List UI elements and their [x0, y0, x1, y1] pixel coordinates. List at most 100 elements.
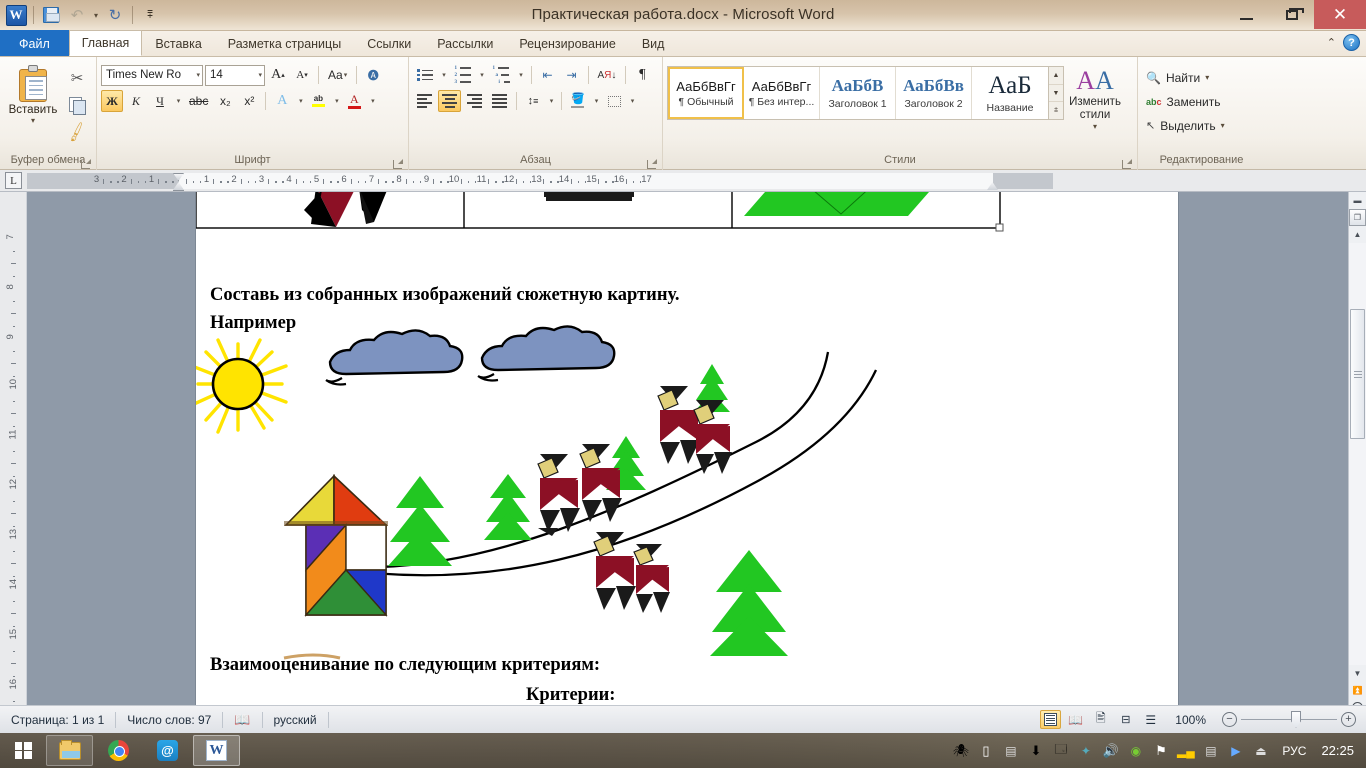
- word-count-status[interactable]: Число слов: 97: [116, 710, 222, 730]
- taskbar-word[interactable]: W: [193, 735, 240, 766]
- style-item-no-spacing[interactable]: АаБбВвГг ¶ Без интер...: [744, 67, 820, 119]
- zoom-track[interactable]: [1241, 710, 1337, 728]
- scroll-up-icon[interactable]: ▲: [1349, 226, 1366, 243]
- tray-flag-icon[interactable]: ⚑: [1148, 733, 1173, 768]
- document-canvas[interactable]: Составь из собранных изображений сюжетну…: [27, 192, 1348, 733]
- text-effects-button[interactable]: A: [271, 90, 293, 112]
- tray-language[interactable]: РУС: [1273, 744, 1315, 758]
- align-center-button[interactable]: [438, 90, 461, 112]
- bullets-button[interactable]: [413, 64, 437, 86]
- tab-mailings[interactable]: Рассылки: [424, 31, 506, 56]
- tab-insert[interactable]: Вставка: [142, 31, 214, 56]
- tab-review[interactable]: Рецензирование: [506, 31, 629, 56]
- multilevel-list-button[interactable]: 1ai: [489, 64, 514, 86]
- tab-stop-selector[interactable]: L: [0, 170, 27, 191]
- cut-button[interactable]: ✂: [65, 66, 89, 90]
- borders-button[interactable]: [603, 90, 625, 112]
- select-dropdown-icon[interactable]: ▾: [1221, 121, 1225, 130]
- font-dialog-launcher-icon[interactable]: [393, 159, 403, 169]
- taskbar-chrome[interactable]: [95, 735, 142, 766]
- italic-button[interactable]: К: [125, 90, 147, 112]
- font-size-combo[interactable]: 14 ▾: [205, 64, 265, 86]
- style-item-title[interactable]: АаБ Название: [972, 67, 1048, 119]
- tray-media-icon[interactable]: ▶: [1223, 733, 1248, 768]
- select-browse-object-icon[interactable]: ❐: [1349, 209, 1366, 226]
- subscript-button[interactable]: x₂: [214, 90, 236, 112]
- help-icon[interactable]: ?: [1343, 34, 1360, 51]
- font-name-combo[interactable]: Times New Ro ▾: [101, 64, 203, 86]
- grow-font-button[interactable]: A ▴: [267, 64, 289, 86]
- tray-nvidia-icon[interactable]: ◉: [1123, 733, 1148, 768]
- taskbar-mail[interactable]: @: [144, 735, 191, 766]
- left-indent-marker[interactable]: [173, 190, 184, 191]
- tab-page-layout[interactable]: Разметка страницы: [215, 31, 354, 56]
- start-button[interactable]: [0, 733, 46, 768]
- shrink-font-button[interactable]: A ▾: [291, 64, 313, 86]
- shading-button[interactable]: 🪣: [567, 90, 589, 112]
- maximize-button[interactable]: [1269, 0, 1314, 29]
- tab-view[interactable]: Вид: [629, 31, 678, 56]
- tray-keyboard-icon[interactable]: ▤: [1198, 733, 1223, 768]
- line-spacing-dropdown-icon[interactable]: ▾: [546, 90, 556, 112]
- horizontal-ruler[interactable]: 3 2 1 1 2 3 4 5 6 7 8 9 10 11 12 13 14 15 16 17: [27, 170, 1346, 191]
- numbering-button[interactable]: 123: [451, 64, 475, 86]
- strikethrough-button[interactable]: abc: [185, 90, 212, 112]
- vertical-ruler[interactable]: 7 8 9 10 11 12 13 14 15 16: [0, 192, 27, 733]
- zoom-out-button[interactable]: −: [1222, 712, 1237, 727]
- zoom-slider[interactable]: − +: [1222, 710, 1356, 728]
- multilevel-dropdown-icon[interactable]: ▾: [516, 64, 526, 86]
- scroll-thumb[interactable]: [1350, 309, 1365, 439]
- shading-dropdown-icon[interactable]: ▾: [591, 90, 601, 112]
- line-spacing-button[interactable]: ↕≡: [522, 90, 544, 112]
- highlight-dropdown-icon[interactable]: ▾: [331, 90, 341, 112]
- tray-bluetooth-icon[interactable]: ✦: [1073, 733, 1098, 768]
- bullets-dropdown-icon[interactable]: ▾: [439, 64, 449, 86]
- sort-button[interactable]: АЯ↓: [594, 64, 621, 86]
- styles-scroll-down-icon[interactable]: ▼: [1049, 85, 1063, 103]
- align-right-button[interactable]: [463, 90, 486, 112]
- underline-dropdown-icon[interactable]: ▾: [173, 90, 183, 112]
- clear-formatting-button[interactable]: 🅐: [362, 64, 384, 86]
- document-page[interactable]: Составь из собранных изображений сюжетну…: [196, 192, 1178, 733]
- split-bar-icon[interactable]: ▬: [1349, 192, 1366, 209]
- tray-network-icon[interactable]: ▂▄: [1173, 733, 1198, 768]
- change-case-button[interactable]: Aa ▾: [324, 64, 351, 86]
- tray-app-icon[interactable]: 🗔: [1048, 733, 1073, 768]
- font-color-dropdown-icon[interactable]: ▾: [367, 90, 377, 112]
- copy-button[interactable]: [65, 93, 89, 117]
- close-button[interactable]: ✕: [1314, 0, 1366, 29]
- paragraph-dialog-launcher-icon[interactable]: [647, 159, 657, 169]
- zoom-level-label[interactable]: 100%: [1165, 713, 1212, 727]
- font-color-button[interactable]: A: [343, 90, 365, 112]
- style-item-normal[interactable]: АаБбВвГг ¶ Обычный: [668, 67, 744, 119]
- numbering-dropdown-icon[interactable]: ▾: [477, 64, 487, 86]
- previous-page-icon[interactable]: ⏫: [1349, 682, 1366, 699]
- tray-antivirus-icon[interactable]: 🕷: [948, 733, 973, 768]
- select-item[interactable]: ↖ Выделить ▾: [1142, 115, 1229, 136]
- replace-item[interactable]: abc Заменить: [1142, 91, 1229, 112]
- underline-button[interactable]: Ч: [149, 90, 171, 112]
- styles-more-icon[interactable]: ⩲: [1049, 102, 1063, 119]
- justify-button[interactable]: [488, 90, 511, 112]
- tray-battery-icon[interactable]: ▯: [973, 733, 998, 768]
- find-item[interactable]: 🔍 Найти ▾: [1142, 67, 1229, 88]
- tab-references[interactable]: Ссылки: [354, 31, 424, 56]
- paste-button[interactable]: Вставить ▾: [4, 62, 62, 125]
- minimize-button[interactable]: [1224, 0, 1269, 29]
- proofing-status[interactable]: 📖: [223, 710, 261, 730]
- increase-indent-button[interactable]: ⇥: [561, 64, 583, 86]
- styles-scroll-up-icon[interactable]: ▲: [1049, 67, 1063, 85]
- taskbar-explorer[interactable]: [46, 735, 93, 766]
- vertical-scrollbar[interactable]: ▬ ❐ ▲ ▼ ⏫ ⏬: [1348, 192, 1366, 733]
- tab-home[interactable]: Главная: [68, 30, 143, 56]
- tray-download-icon[interactable]: ⬇: [1023, 733, 1048, 768]
- zoom-in-button[interactable]: +: [1341, 712, 1356, 727]
- borders-dropdown-icon[interactable]: ▾: [627, 90, 637, 112]
- print-layout-view-button[interactable]: [1040, 710, 1062, 729]
- outline-view-button[interactable]: ⊟: [1115, 710, 1136, 729]
- style-item-heading2[interactable]: АаБбВв Заголовок 2: [896, 67, 972, 119]
- paste-dropdown-icon[interactable]: ▾: [31, 116, 35, 125]
- scroll-down-icon[interactable]: ▼: [1349, 665, 1366, 682]
- format-painter-button[interactable]: 🖌: [65, 120, 89, 144]
- zoom-thumb[interactable]: [1291, 710, 1301, 728]
